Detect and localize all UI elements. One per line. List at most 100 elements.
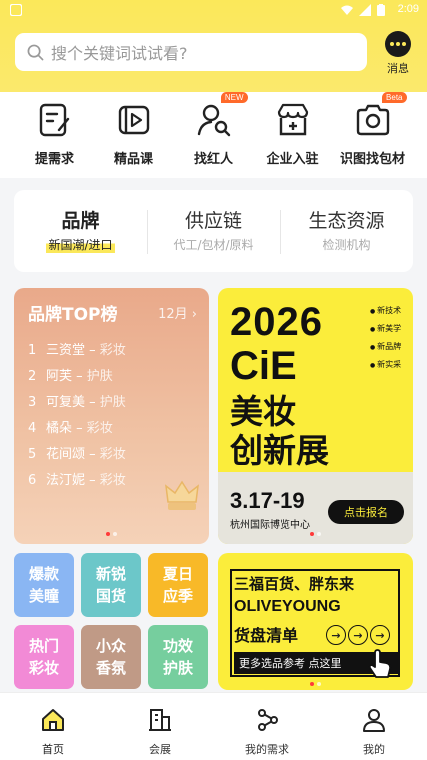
topic-label: 爆款 美瞳: [28, 565, 59, 605]
list-item[interactable]: 1 三资堂 – 彩妆: [28, 338, 126, 364]
category-courses[interactable]: 精品课: [91, 100, 176, 167]
category-image-search-packaging[interactable]: Beta 识图找包材: [330, 92, 415, 167]
tab-title: 品牌: [61, 210, 100, 232]
product-list-banner[interactable]: 三福百货、胖东来 OLIVEYOUNG 货盘清单 → → → 更多选品参考 点这里: [218, 553, 413, 690]
category-post-demand[interactable]: 提需求: [12, 100, 97, 167]
topic-functional-skincare[interactable]: 功效 护肤: [148, 625, 208, 689]
expo-tag: 新品牌: [370, 338, 401, 356]
edit-doc-icon: [35, 100, 75, 140]
rank: 4: [28, 421, 37, 436]
expo-name: CiE: [230, 344, 297, 388]
chevron-right-icon: ›: [191, 307, 197, 322]
expo-venue: 杭州国际博览中心: [230, 520, 310, 531]
brand-category: 护肤: [99, 395, 126, 410]
list-item[interactable]: 6 法汀妮 – 彩妆: [28, 468, 126, 494]
topic-label: 夏日 应季: [162, 565, 193, 605]
carousel-dots: [218, 682, 413, 686]
banner-line2: OLIVEYOUNG: [234, 598, 341, 615]
crown-trophy-icon: [165, 480, 199, 510]
expo-date: 3.17-19: [230, 488, 305, 513]
battery-icon: [377, 4, 385, 16]
nav-profile[interactable]: 我的: [334, 707, 414, 757]
category-label: 精品课: [113, 152, 153, 167]
category-enterprise-join[interactable]: 企业入驻: [250, 100, 335, 167]
search-icon: [27, 44, 44, 60]
category-label: 找红人: [193, 152, 233, 167]
camera-icon: Beta: [353, 92, 407, 140]
topic-hot-makeup[interactable]: 热门 彩妆: [14, 625, 74, 689]
banner-line1: 三福百货、胖东来: [234, 575, 355, 593]
user-icon: [363, 709, 385, 732]
tab-subtitle: 新国潮/进口: [46, 236, 115, 253]
brand-category: 护肤: [86, 369, 113, 384]
bottom-nav: 首页 会展 我的需求 我的: [0, 692, 427, 760]
nav-home[interactable]: 首页: [13, 707, 93, 757]
tab-subtitle: 检测机构: [322, 238, 371, 252]
nav-label: 我的需求: [245, 743, 289, 756]
expo-year: 2026: [230, 300, 323, 344]
list-item[interactable]: 2 阿芙 – 护肤: [28, 364, 126, 390]
topic-grid: 爆款 美瞳 新锐 国货 夏日 应季 热门 彩妆 小众 香氛 功效 护肤: [14, 553, 210, 690]
tab-supply-chain[interactable]: 供应链 代工/包材/原料: [147, 206, 280, 253]
brand-top-card[interactable]: 品牌TOP榜 12月 › 1 三资堂 – 彩妆 2 阿芙 – 护肤 3 可复美 – 护…: [14, 288, 209, 544]
brand-name: 三资堂: [46, 343, 86, 358]
messages-label: 消息: [387, 62, 409, 75]
signal-icon: [359, 4, 371, 16]
brand-top-month[interactable]: 12月 ›: [158, 303, 197, 322]
tab-title: 生态资源: [308, 210, 385, 232]
topic-summer-season[interactable]: 夏日 应季: [148, 553, 208, 617]
chat-bubble-icon: [385, 31, 411, 57]
brand-name: 花间颂: [46, 447, 86, 462]
resource-tabs: 品牌 新国潮/进口 供应链 代工/包材/原料 生态资源 检测机构: [14, 190, 413, 272]
topic-niche-fragrance[interactable]: 小众 香氛: [81, 625, 141, 689]
cie-expo-banner[interactable]: 2026 CiE 美妆 创新展 新技术 新美学 新品牌 新实采 3.17-19 …: [218, 288, 413, 544]
list-item[interactable]: 3 可复美 – 护肤: [28, 390, 126, 416]
list-item[interactable]: 5 花间颂 – 彩妆: [28, 442, 126, 468]
status-bar: 2:09: [0, 0, 427, 20]
nav-label: 会展: [149, 743, 171, 756]
notification-icon-inner: [11, 5, 21, 15]
status-icons: [341, 4, 385, 16]
arrow-right-icon: →: [370, 625, 390, 645]
tab-subtitle: 代工/包材/原料: [173, 238, 254, 252]
search-input[interactable]: 搜个关键词试试看?: [15, 33, 367, 71]
tab-ecosystem[interactable]: 生态资源 检测机构: [280, 206, 413, 253]
tab-title: 供应链: [184, 210, 242, 232]
arrow-right-icon: →: [326, 625, 346, 645]
topic-hot-contacts[interactable]: 爆款 美瞳: [14, 553, 74, 617]
expo-title-line2: 创新展: [230, 431, 329, 470]
banner-line3: 货盘清单: [234, 626, 299, 645]
category-bar: 提需求 精品课 NEW 找红人 企业入驻 Beta 识图找包材: [0, 92, 427, 178]
arrow-icons: → → →: [326, 625, 390, 645]
nav-my-demands[interactable]: 我的需求: [227, 707, 307, 757]
nav-label: 首页: [42, 743, 64, 756]
expo-tag: 新实采: [370, 356, 401, 374]
video-play-icon: [114, 100, 154, 140]
brand-top-title: 品牌TOP榜: [28, 305, 118, 325]
expo-tag: 新美学: [370, 320, 401, 338]
category-find-influencer[interactable]: NEW 找红人: [171, 92, 256, 167]
arrow-right-icon: →: [348, 625, 368, 645]
category-label: 提需求: [34, 152, 74, 167]
brand-category: 彩妆: [99, 447, 126, 462]
nav-label: 我的: [363, 743, 385, 756]
messages-button[interactable]: 消息: [380, 31, 416, 76]
topic-label: 热门 彩妆: [28, 637, 59, 677]
topic-new-domestic[interactable]: 新锐 国货: [81, 553, 141, 617]
tab-brand[interactable]: 品牌 新国潮/进口: [14, 206, 147, 253]
topic-label: 功效 护肤: [162, 637, 193, 677]
brand-category: 彩妆: [99, 473, 126, 488]
nav-exhibition[interactable]: 会展: [120, 707, 200, 757]
network-icon: [258, 709, 278, 731]
topic-label: 新锐 国货: [95, 565, 126, 605]
brand-category: 彩妆: [86, 421, 113, 436]
brand-category: 彩妆: [99, 343, 126, 358]
brand-name: 橘朵: [46, 421, 73, 436]
rank: 5: [28, 447, 37, 462]
list-item[interactable]: 4 橘朵 – 彩妆: [28, 416, 126, 442]
new-badge: NEW: [220, 92, 248, 103]
register-button[interactable]: 点击报名: [328, 500, 404, 524]
store-plus-icon: [273, 100, 313, 140]
month-label: 12月: [158, 307, 188, 322]
rank: 2: [28, 369, 37, 384]
